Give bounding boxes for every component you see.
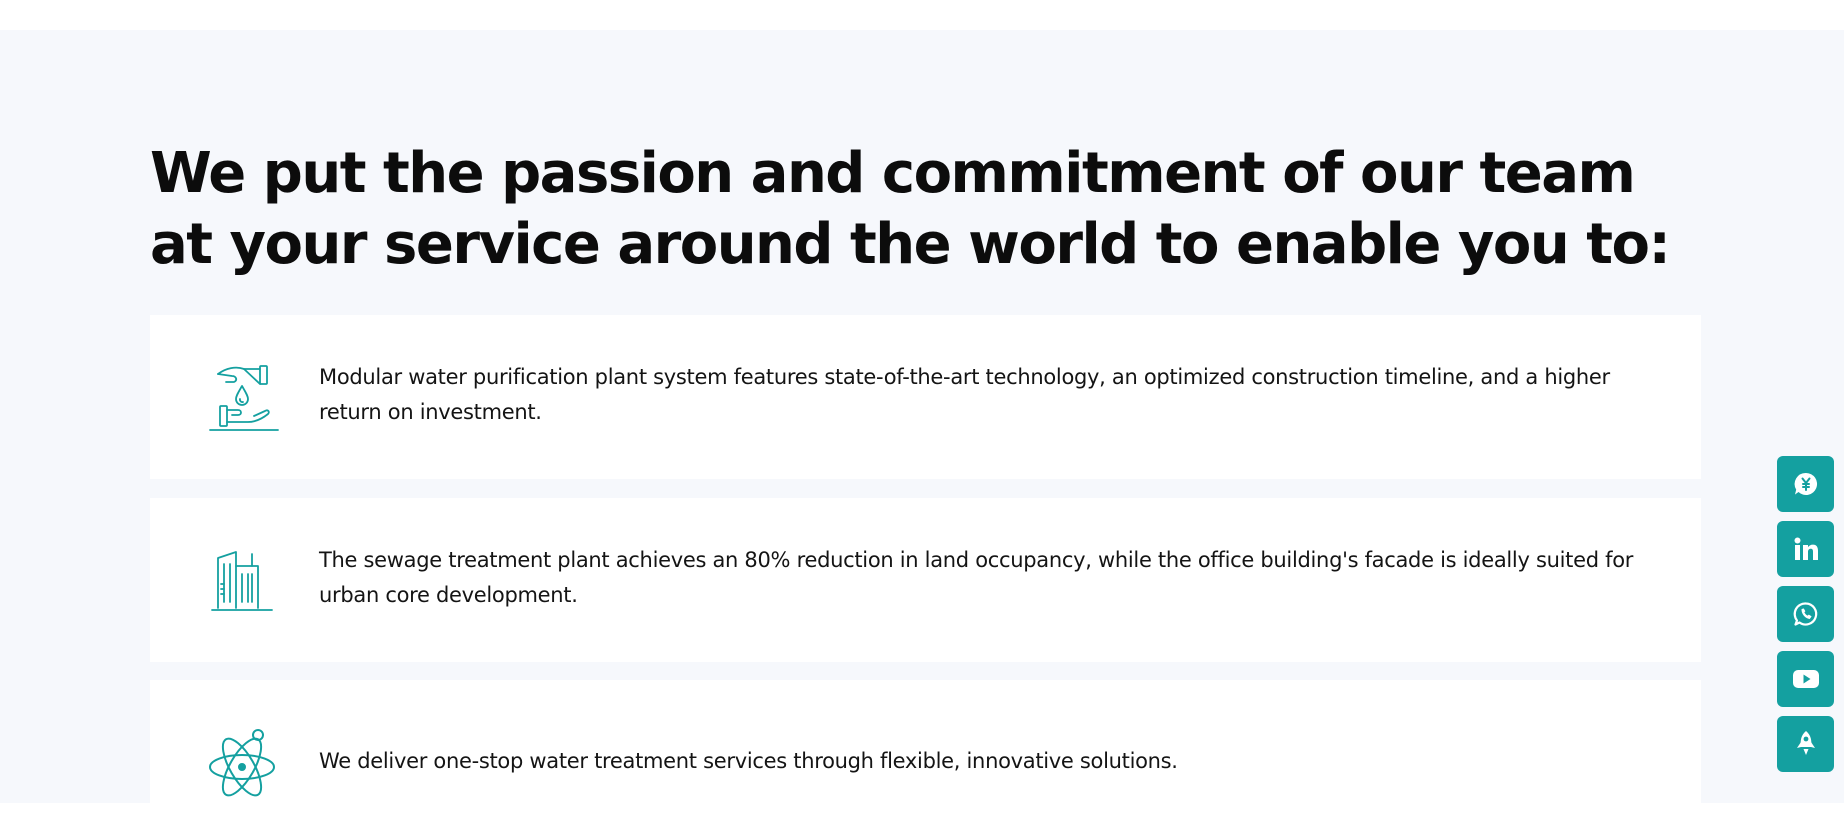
feature-text: Modular water purification plant system … <box>319 365 1610 424</box>
feature-card: The sewage treatment plant achieves an 8… <box>150 498 1701 662</box>
social-rail <box>1777 456 1834 781</box>
whatsapp-button[interactable] <box>1777 586 1834 642</box>
building-icon <box>208 544 280 616</box>
quote-chat-button[interactable] <box>1777 456 1834 512</box>
feature-card: Modular water purification plant system … <box>150 315 1701 479</box>
linkedin-button[interactable] <box>1777 521 1834 577</box>
atom-icon <box>208 727 280 799</box>
top-strip <box>0 0 1844 30</box>
quote-chat-icon <box>1793 471 1819 497</box>
linkedin-icon <box>1793 536 1819 562</box>
feature-text: We deliver one-stop water treatment serv… <box>319 749 1178 773</box>
rocket-top-icon <box>1794 730 1818 758</box>
water-hands-icon <box>208 360 280 432</box>
youtube-icon <box>1792 668 1820 690</box>
feature-card: We deliver one-stop water treatment serv… <box>150 680 1701 820</box>
section-headline: We put the passion and commitment of our… <box>150 141 1671 277</box>
back-to-top-button[interactable] <box>1777 716 1834 772</box>
youtube-button[interactable] <box>1777 651 1834 707</box>
feature-text: The sewage treatment plant achieves an 8… <box>319 548 1634 607</box>
whatsapp-icon <box>1793 601 1819 627</box>
